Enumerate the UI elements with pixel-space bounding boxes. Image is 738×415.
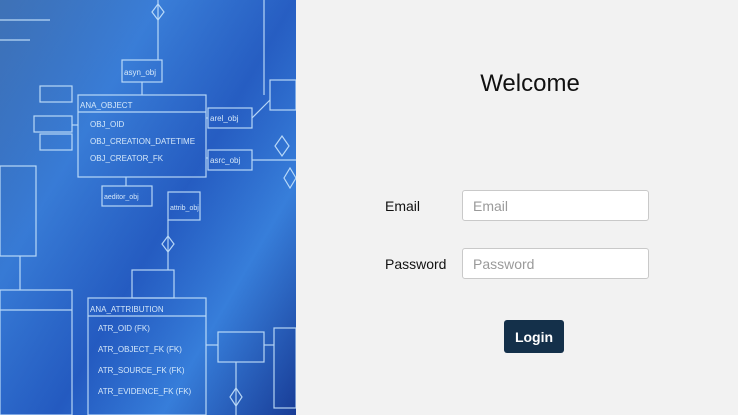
schema-field-label: ATR_OID (FK) (98, 324, 150, 333)
schema-table-header-attribution: ANA_ATTRIBUTION (90, 305, 164, 314)
password-field[interactable] (462, 248, 649, 279)
schema-diagram-graphic: ANA_OBJECT OBJ_OID OBJ_CREATION_DATETIME… (0, 0, 296, 415)
email-field[interactable] (462, 190, 649, 221)
schema-field-label: ATR_SOURCE_FK (FK) (98, 366, 185, 375)
login-panel: Welcome Email Password Login (296, 0, 738, 415)
schema-relation-label: attrib_obj (170, 205, 199, 212)
schema-table-header-object: ANA_OBJECT (80, 101, 133, 110)
schema-field-label: ATR_EVIDENCE_FK (FK) (98, 387, 192, 396)
schema-relation-label: asyn_obj (124, 68, 156, 77)
schema-field-label: ATR_OBJECT_FK (FK) (98, 345, 182, 354)
schema-field-label: OBJ_OID (90, 120, 124, 129)
schema-relation-label: aeditor_obj (104, 194, 139, 201)
schema-relation-label: arel_obj (210, 114, 239, 123)
schema-relation-label: asrc_obj (210, 156, 240, 165)
login-button[interactable]: Login (504, 320, 564, 353)
schema-field-label: OBJ_CREATION_DATETIME (90, 137, 195, 146)
password-label: Password (385, 256, 447, 272)
hero-image: ANA_OBJECT OBJ_OID OBJ_CREATION_DATETIME… (0, 0, 296, 415)
schema-field-label: OBJ_CREATOR_FK (90, 154, 164, 163)
welcome-title: Welcome (480, 70, 580, 97)
email-label: Email (385, 198, 421, 214)
